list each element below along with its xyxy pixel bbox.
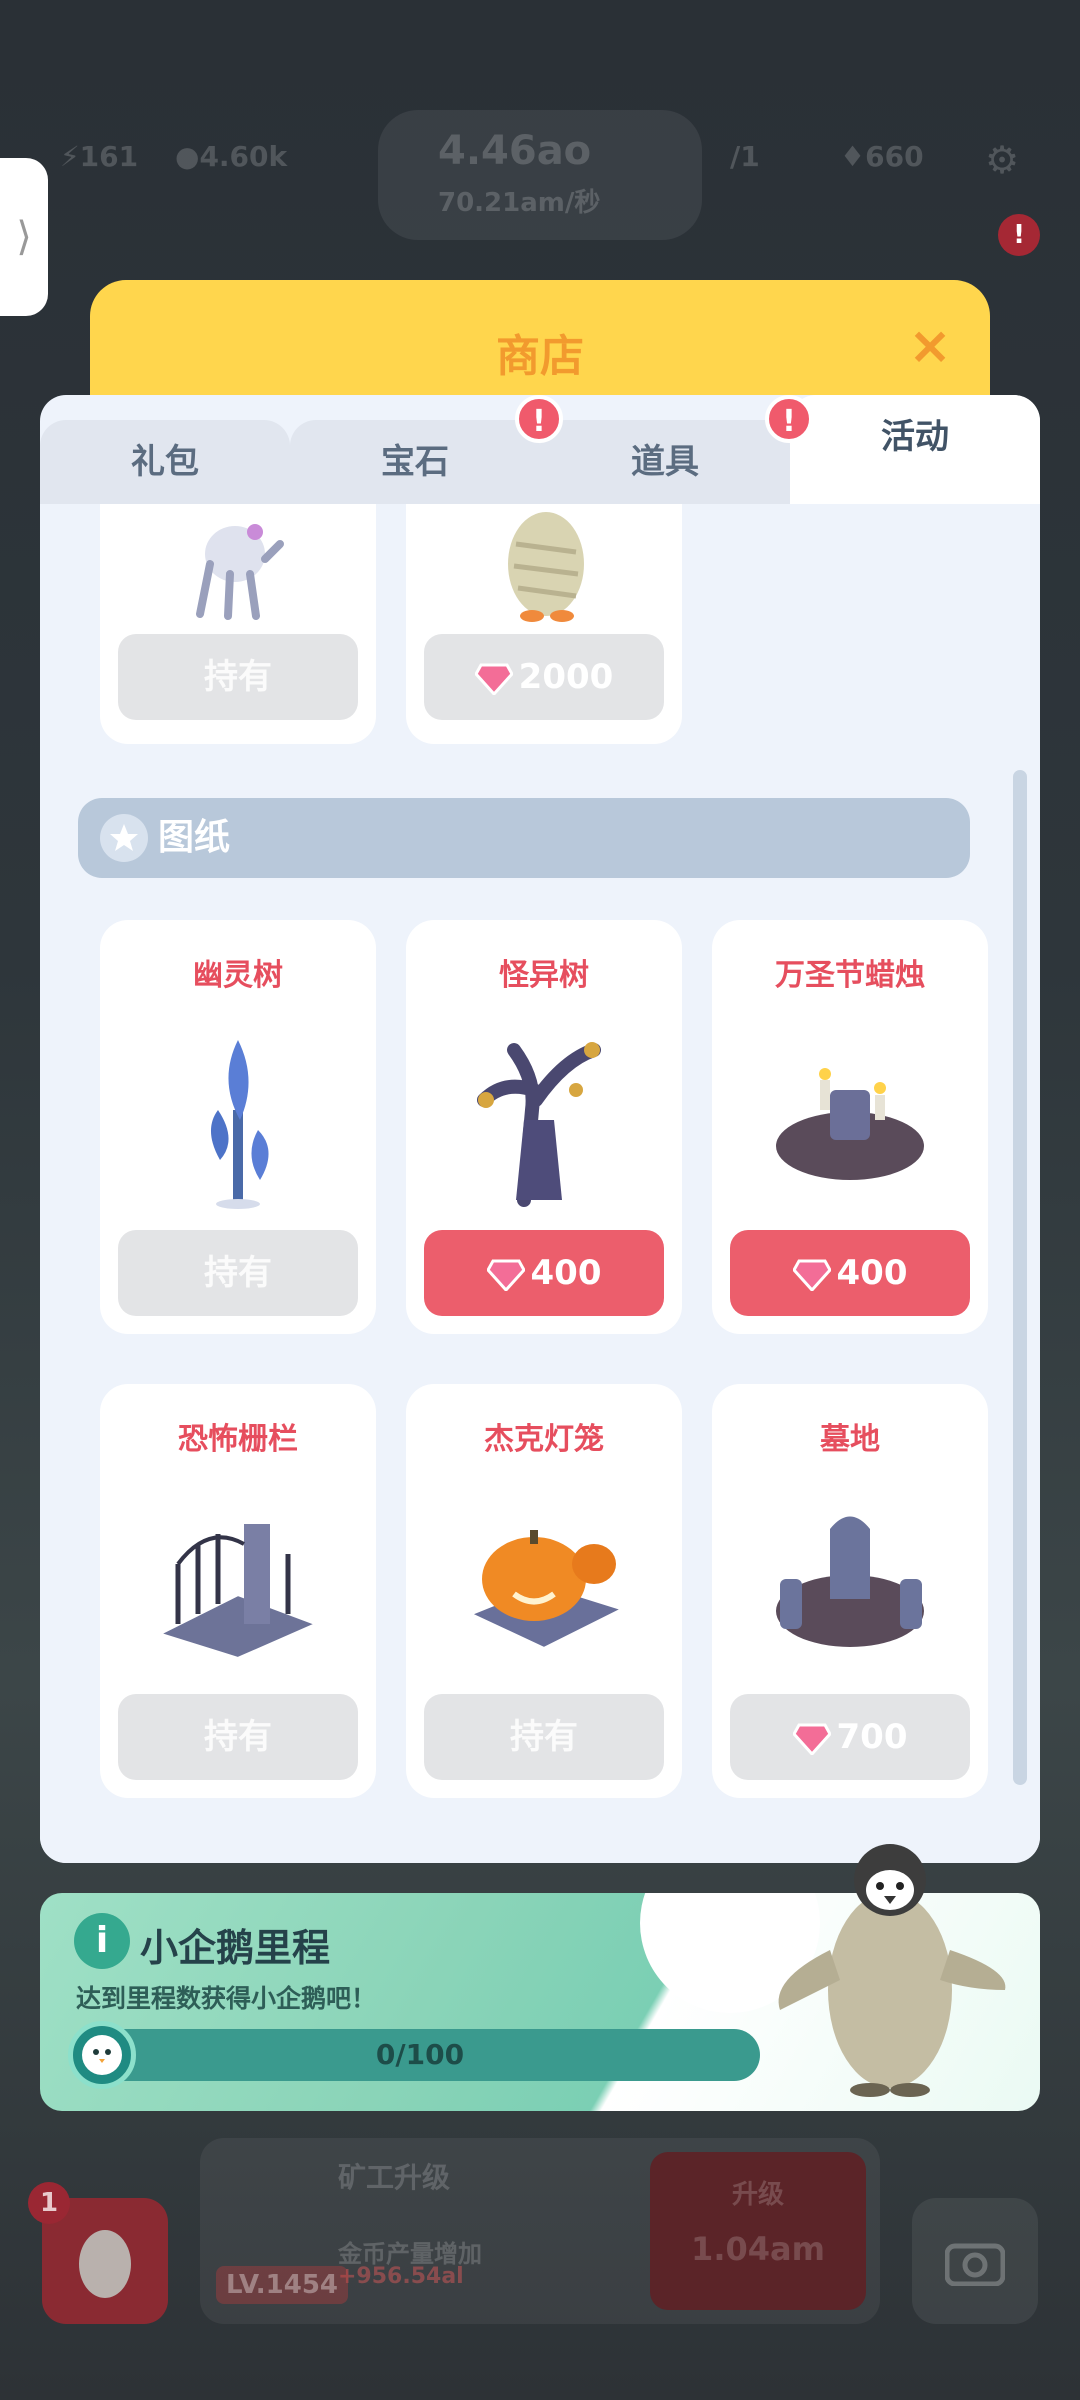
graveyard-price-button[interactable]: 700 [730, 1694, 970, 1780]
section-title: 图纸 [158, 817, 231, 858]
scary-fence-icon [152, 1524, 324, 1662]
camera-button[interactable] [912, 2198, 1038, 2324]
notification-badge: ! [998, 214, 1040, 256]
hud-stat-3: /1 [730, 140, 760, 173]
item-name: 墓地 [820, 1422, 880, 1457]
top-item-card-2: 2000 [406, 504, 682, 744]
shop-content: 持有 2000 幽灵树 持有 怪异树 400 万圣节蜡烛 400 恐怖栅栏 持有… [40, 504, 1040, 1863]
item-card-jack-lantern[interactable]: 杰克灯笼 持有 [406, 1384, 682, 1798]
tab-gems-alert-badge: ! [515, 395, 563, 443]
camera-icon [945, 2243, 1005, 2286]
energy-icon: / [730, 140, 741, 173]
item-name: 恐怖栅栏 [178, 1422, 298, 1457]
tab-events[interactable]: 活动 [790, 395, 1040, 504]
item-card-ghost-tree[interactable]: 幽灵树 持有 [100, 920, 376, 1334]
shop-title: 商店 [496, 331, 584, 382]
item-card-halloween-candle[interactable]: 万圣节蜡烛 400 [712, 920, 988, 1334]
milestone-subtitle: 达到里程数获得小企鹅吧！ [76, 1984, 377, 2013]
milestone-progress-text: 0/100 [375, 2038, 465, 2071]
graveyard-icon [768, 1516, 932, 1656]
item-name: 怪异树 [499, 958, 589, 993]
miner-upgrade-panel: 矿工升级 金币产量增加 +956.54al LV.1454 升级 1.04am [200, 2138, 880, 2324]
milestone-progress-bar: 0/100 [80, 2029, 760, 2081]
egg-icon [79, 2230, 131, 2298]
top-item-2-price-button[interactable]: 2000 [424, 634, 664, 720]
close-button[interactable]: × [900, 316, 960, 376]
scary-fence-owned-button[interactable]: 持有 [118, 1694, 358, 1780]
tab-items-alert-badge: ! [765, 395, 813, 443]
item-name: 万圣节蜡烛 [775, 958, 925, 993]
gem-icon [486, 1259, 525, 1291]
milestone-title: 小企鹅里程 [140, 1926, 331, 1970]
top-item-card-1: 持有 [100, 504, 376, 744]
weird-tree-icon [477, 1042, 601, 1207]
hud-gems: ♦660 [840, 140, 924, 173]
item-card-scary-fence[interactable]: 恐怖栅栏 持有 [100, 1384, 376, 1798]
gem-icon [792, 1259, 831, 1291]
jack-lantern-icon [463, 1530, 630, 1652]
orb-icon: ● [175, 140, 200, 173]
skeleton-goat-icon [196, 524, 284, 620]
weird-tree-price-button[interactable]: 400 [424, 1230, 664, 1316]
level-badge: LV.1454 [216, 2266, 348, 2304]
hud-stat-2: ●4.60k [175, 140, 288, 173]
item-card-graveyard[interactable]: 墓地 700 [712, 1384, 988, 1798]
egg-badge: 1 [28, 2182, 70, 2224]
gem-icon [792, 1723, 831, 1755]
settings-gear-icon[interactable]: ⚙ [985, 138, 1019, 182]
scrollbar[interactable] [1013, 770, 1027, 1785]
item-name: 杰克灯笼 [484, 1422, 604, 1457]
penguin-badge-icon [68, 2021, 136, 2089]
star-icon [100, 814, 148, 862]
top-item-1-owned-button[interactable]: 持有 [118, 634, 358, 720]
upgrade-title: 矿工升级 [338, 2161, 451, 2194]
halloween-candle-price-button[interactable]: 400 [730, 1230, 970, 1316]
tab-gems[interactable]: 宝石 [290, 420, 540, 504]
gem-icon: ♦ [840, 140, 866, 173]
coin-counter: 4.46ao 70.21am/秒 [378, 110, 702, 240]
penguin-mascot-icon [778, 1844, 1006, 2097]
info-icon[interactable]: i [74, 1913, 130, 1969]
jack-lantern-owned-button[interactable]: 持有 [424, 1694, 664, 1780]
gem-icon [474, 663, 513, 695]
item-card-weird-tree[interactable]: 怪异树 400 [406, 920, 682, 1334]
mummy-penguin-icon [508, 512, 584, 622]
ghost-tree-owned-button[interactable]: 持有 [118, 1230, 358, 1316]
side-drawer-toggle[interactable]: ⟩ [0, 158, 48, 316]
halloween-candle-icon [768, 1068, 932, 1190]
upgrade-amount: +956.54al [338, 2264, 464, 2289]
hud-stat-1: ⚡161 [60, 140, 139, 173]
lightning-icon: ⚡ [60, 140, 80, 173]
ghost-tree-icon [210, 1040, 269, 1209]
upgrade-button[interactable]: 升级 1.04am [650, 2152, 866, 2310]
item-name: 幽灵树 [193, 958, 283, 993]
tab-gift-pack[interactable]: 礼包 [40, 420, 290, 504]
blueprint-section-header: 图纸 [78, 798, 970, 878]
tab-items[interactable]: 道具 [540, 420, 790, 504]
close-icon: × [908, 316, 952, 376]
